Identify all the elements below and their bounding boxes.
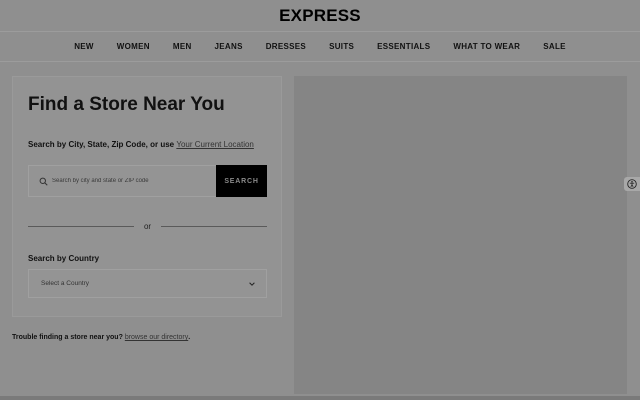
browse-directory-link[interactable]: browse our directory [125, 334, 188, 341]
search-button[interactable]: SEARCH [216, 165, 267, 197]
country-select-value: Select a Country [41, 280, 90, 287]
nav-item-essentials[interactable]: ESSENTIALS [377, 42, 430, 51]
country-label: Search by Country [28, 254, 100, 263]
site-header: EXPRESS [0, 0, 640, 32]
divider-line-right [161, 225, 267, 227]
accessibility-button[interactable] [624, 177, 640, 191]
nav-item-suits[interactable]: SUITS [329, 42, 354, 51]
store-map[interactable] [294, 76, 627, 394]
nav-item-men[interactable]: MEN [173, 42, 192, 51]
main-nav: NEW WOMEN MEN JEANS DRESSES SUITS ESSENT… [0, 32, 640, 62]
divider-text: or [143, 221, 152, 231]
express-logo[interactable]: EXPRESS [279, 6, 361, 26]
nav-item-sale[interactable]: SALE [543, 42, 566, 51]
search-icon [39, 177, 48, 186]
trouble-finding-store: Trouble finding a store near you? browse… [12, 334, 190, 341]
nav-item-new[interactable]: NEW [74, 42, 94, 51]
search-input[interactable] [52, 178, 216, 184]
trouble-text: Trouble finding a store near you? [12, 334, 123, 341]
chevron-down-icon [249, 281, 255, 286]
store-finder-panel: Find a Store Near You Search by City, St… [12, 76, 282, 317]
search-prompt: Search by City, State, Zip Code, or use … [28, 140, 254, 149]
or-divider: or [28, 220, 267, 232]
country-select[interactable]: Select a Country [28, 269, 267, 298]
search-prompt-text: Search by City, State, Zip Code, or use [28, 140, 175, 149]
trouble-suffix: . [188, 334, 191, 341]
nav-item-dresses[interactable]: DRESSES [266, 42, 306, 51]
current-location-link[interactable]: Your Current Location [176, 140, 254, 149]
accessibility-icon [627, 179, 637, 189]
divider-line-left [28, 225, 134, 227]
page-title: Find a Store Near You [28, 94, 225, 115]
nav-item-what-to-wear[interactable]: WHAT TO WEAR [453, 42, 520, 51]
footer-strip [0, 396, 640, 400]
search-field[interactable] [28, 165, 217, 197]
nav-item-jeans[interactable]: JEANS [215, 42, 243, 51]
nav-item-women[interactable]: WOMEN [117, 42, 150, 51]
